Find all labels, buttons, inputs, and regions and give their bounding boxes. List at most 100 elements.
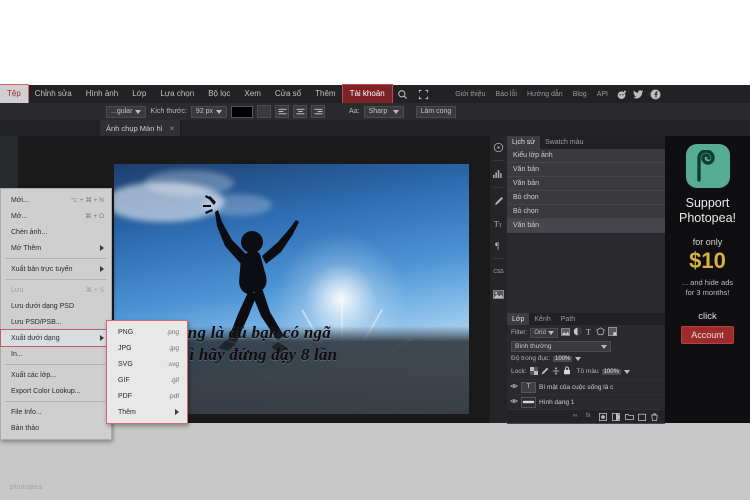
menu-item-cua-so[interactable]: Cửa sổ	[268, 85, 308, 103]
close-icon[interactable]: ×	[170, 124, 175, 133]
text-color-swatch[interactable]	[231, 105, 254, 118]
menu-item-chinh-sua[interactable]: Chỉnh sửa	[28, 85, 79, 103]
account-button[interactable]: Account	[681, 326, 734, 344]
file-menu-item-luu-psd-psb[interactable]: Lưu PSD/PSB...	[1, 314, 111, 330]
twitter-icon[interactable]	[633, 89, 644, 100]
file-menu-item-mo[interactable]: Mở... ⌘ + O	[1, 208, 111, 224]
menu-item-hinh-anh[interactable]: Hình ảnh	[79, 85, 125, 103]
menu-item-them[interactable]: Thêm	[308, 85, 342, 103]
text-options-button[interactable]	[257, 105, 272, 118]
history-list[interactable]: Kiểu lớp ảnh Văn bản Văn bản Bỏ chọn Bỏ …	[507, 149, 665, 233]
histogram-icon[interactable]	[490, 163, 507, 185]
layer-mask-icon[interactable]	[599, 412, 607, 421]
filter-shape-icon[interactable]	[596, 327, 605, 338]
export-format-submenu[interactable]: PNG .png JPG .jpg SVG .svg GIF .gif PDF …	[106, 320, 188, 424]
filter-adjustment-icon[interactable]	[573, 327, 582, 338]
export-item-them[interactable]: Thêm	[107, 404, 187, 420]
history-item[interactable]: Bỏ chọn	[507, 205, 665, 219]
file-menu-item-xuat-cac-lop[interactable]: Xuất các lớp...	[1, 367, 111, 383]
new-group-icon[interactable]	[625, 413, 634, 421]
eye-icon[interactable]	[510, 398, 518, 406]
file-menu-item-export-color-lookup[interactable]: Export Color Lookup...	[1, 383, 111, 399]
menu-item-xem[interactable]: Xem	[237, 85, 267, 103]
image-panel-icon[interactable]	[490, 283, 507, 305]
tab-swatch-mau[interactable]: Swatch màu	[540, 136, 589, 149]
menu-item-bao-loi[interactable]: Báo lỗi	[491, 91, 522, 98]
blend-mode-select[interactable]: Bình thường	[511, 341, 611, 352]
tab-path[interactable]: Path	[556, 313, 580, 325]
eye-icon[interactable]	[510, 383, 518, 391]
history-item-current[interactable]: Văn bản	[507, 219, 665, 233]
filter-image-icon[interactable]	[560, 327, 570, 338]
align-center-icon[interactable]	[293, 105, 308, 118]
lock-paint-icon[interactable]	[541, 367, 549, 377]
file-menu-item-luu-duoi-dang-psd[interactable]: Lưu dưới dạng PSD	[1, 298, 111, 314]
reddit-icon[interactable]	[616, 89, 627, 100]
lock-transparent-icon[interactable]	[529, 366, 538, 377]
new-adjustment-icon[interactable]	[612, 412, 620, 421]
menu-item-lua-chon[interactable]: Lựa chọn	[153, 85, 201, 103]
export-item-jpg[interactable]: JPG .jpg	[107, 340, 187, 356]
file-menu-item-ban-thao[interactable]: Bản thảo	[1, 420, 111, 436]
layer-filter-select[interactable]: Oríd	[530, 327, 558, 338]
facebook-icon[interactable]	[650, 88, 661, 100]
antialias-select[interactable]: Sharp	[363, 105, 404, 118]
tab-kenh[interactable]: Kênh	[529, 313, 555, 325]
navigator-icon[interactable]	[490, 136, 507, 158]
file-menu-label: Mở...	[11, 212, 28, 220]
lock-position-icon[interactable]	[552, 366, 560, 377]
menu-item-blog[interactable]: Blog	[568, 91, 592, 98]
tab-lich-su[interactable]: Lịch sử	[507, 136, 540, 149]
font-style-select[interactable]: ...gular	[106, 105, 147, 118]
warp-button[interactable]: Làm cong	[415, 105, 457, 118]
file-menu-item-in[interactable]: In...	[1, 346, 111, 362]
delete-layer-icon[interactable]	[651, 413, 659, 421]
menu-item-tep[interactable]: Tệp	[0, 84, 29, 104]
css-panel-icon[interactable]: CSS	[490, 261, 507, 283]
character-icon[interactable]: TT	[490, 212, 507, 234]
file-menu-item-xuat-ban-truc-tuyen[interactable]: Xuất bản trực tuyến	[1, 261, 111, 277]
chevron-down-icon[interactable]	[575, 356, 582, 361]
history-item[interactable]: Văn bản	[507, 177, 665, 191]
filter-text-icon[interactable]: T	[585, 327, 593, 338]
menu-item-bo-loc[interactable]: Bộ lọc	[201, 85, 237, 103]
history-item[interactable]: Văn bản	[507, 163, 665, 177]
filter-smart-icon[interactable]	[607, 327, 617, 338]
export-item-svg[interactable]: SVG .svg	[107, 356, 187, 372]
chevron-down-icon[interactable]	[623, 369, 630, 374]
search-icon[interactable]	[397, 89, 408, 100]
tab-lop[interactable]: Lớp	[507, 313, 530, 325]
layer-style-icon[interactable]: fx	[586, 413, 594, 421]
menu-item-tai-khoan[interactable]: Tài khoản	[341, 84, 393, 104]
file-menu-dropdown[interactable]: Mới... ⌥ + ⌘ + N Mở... ⌘ + O Chèn ảnh...…	[0, 188, 112, 440]
document-tab[interactable]: Ảnh chụp Màn hì ×	[100, 120, 182, 136]
file-menu-item-mo-them[interactable]: Mở Thêm	[1, 240, 111, 256]
new-layer-icon[interactable]	[638, 413, 646, 421]
brush-icon[interactable]	[490, 190, 507, 212]
layer-item-text[interactable]: T Bí mật của cuộc sống là c	[507, 379, 665, 394]
font-size-input[interactable]: 92 px	[190, 105, 228, 118]
fill-value[interactable]: 100%	[601, 368, 621, 375]
file-menu-item-chen-anh[interactable]: Chèn ảnh...	[1, 224, 111, 240]
export-item-png[interactable]: PNG .png	[107, 324, 187, 340]
export-item-pdf[interactable]: PDF .pdf	[107, 388, 187, 404]
menu-item-gioi-thieu[interactable]: Giới thiệu	[450, 91, 490, 98]
link-layers-icon[interactable]: ∞	[573, 413, 581, 421]
menu-item-api[interactable]: API	[592, 91, 613, 98]
file-menu-item-moi[interactable]: Mới... ⌥ + ⌘ + N	[1, 192, 111, 208]
menu-item-lop[interactable]: Lớp	[125, 85, 153, 103]
file-menu-item-xuat-duoi-dang[interactable]: Xuất dưới dạng	[0, 329, 112, 347]
opacity-value[interactable]: 100%	[553, 355, 573, 362]
paragraph-icon[interactable]: ¶	[490, 234, 507, 256]
layer-item-shape[interactable]: Hình dạng 1	[507, 394, 665, 409]
align-left-icon[interactable]	[275, 105, 290, 118]
file-menu-item-file-info[interactable]: File Info...	[1, 404, 111, 420]
fullscreen-icon[interactable]	[418, 89, 429, 100]
history-item[interactable]: Bỏ chọn	[507, 191, 665, 205]
history-item[interactable]: Kiểu lớp ảnh	[507, 149, 665, 163]
export-item-gif[interactable]: GIF .gif	[107, 372, 187, 388]
ad-price: $10	[689, 248, 726, 273]
align-right-icon[interactable]	[311, 105, 326, 118]
menu-item-huong-dan[interactable]: Hướng dẫn	[522, 91, 568, 98]
lock-all-icon[interactable]	[563, 366, 571, 377]
